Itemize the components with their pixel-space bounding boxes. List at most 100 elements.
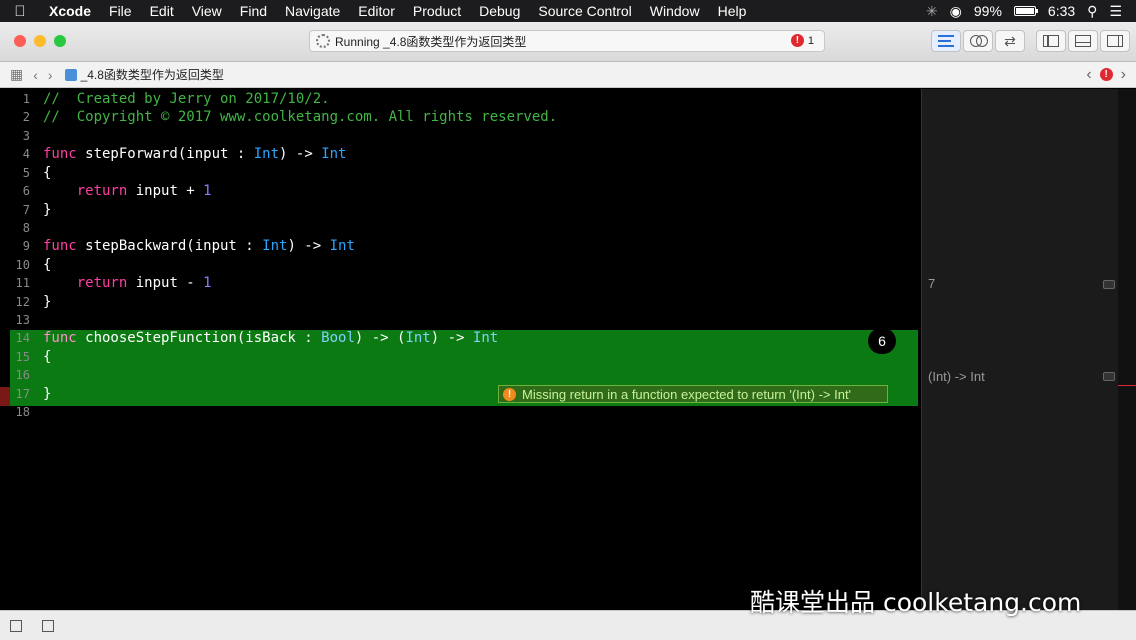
line-number: 15: [15, 350, 30, 364]
navigator-toggle-button[interactable]: [1036, 30, 1066, 52]
activity-text: Running _4.8函数类型作为返回类型: [335, 34, 527, 49]
line-number: 5: [22, 166, 30, 180]
line-number: 16: [15, 368, 30, 382]
jump-bar: ▦ ‹ › _4.8函数类型作为返回类型 ‹ ! ›: [0, 62, 1136, 88]
next-issue-icon[interactable]: ›: [1121, 66, 1126, 84]
line-number: 1: [22, 92, 30, 106]
menu-xcode[interactable]: Xcode: [40, 3, 100, 19]
menu-view[interactable]: View: [183, 3, 231, 19]
activity-viewer: Running _4.8函数类型作为返回类型 ! 1: [309, 30, 825, 52]
minimize-button[interactable]: [34, 35, 46, 47]
code-line-15[interactable]: {: [43, 349, 51, 365]
error-message-text: Missing return in a function expected to…: [522, 386, 852, 402]
code-line-11[interactable]: return input - 1: [43, 275, 212, 291]
menu-editor[interactable]: Editor: [349, 3, 404, 19]
menu-window[interactable]: Window: [641, 3, 709, 19]
line-number: 17: [15, 387, 30, 401]
menu-source-control[interactable]: Source Control: [529, 3, 640, 19]
menu-help[interactable]: Help: [709, 3, 756, 19]
error-count: 1: [807, 34, 814, 47]
line-number: 14: [15, 331, 30, 345]
debug-area-toggle-button[interactable]: [1068, 30, 1098, 52]
code-line-14[interactable]: func chooseStepFunction(isBack : Bool) -…: [43, 330, 498, 346]
assistant-editor-button[interactable]: [963, 30, 993, 52]
code-line-10[interactable]: {: [43, 257, 51, 273]
line-number: 10: [15, 258, 30, 272]
line-number: 3: [22, 129, 30, 143]
result-line-16[interactable]: (Int) -> Int: [928, 369, 985, 384]
utilities-panel-icon: [1107, 35, 1123, 47]
window-toolbar: Running _4.8函数类型作为返回类型 ! 1 ⇄: [0, 22, 1136, 62]
code-line-2[interactable]: // Copyright © 2017 www.coolketang.com. …: [43, 109, 557, 125]
menu-product[interactable]: Product: [404, 3, 470, 19]
watermark: 酷课堂出品 coolketang.com: [750, 588, 1082, 617]
apple-menu-icon[interactable]: : [0, 3, 40, 20]
assistant-editor-icon: [970, 35, 988, 47]
menu-edit[interactable]: Edit: [141, 3, 183, 19]
jump-bar-file[interactable]: _4.8函数类型作为返回类型: [64, 66, 224, 83]
line-number: 12: [15, 295, 30, 309]
line-number: 6: [22, 184, 30, 198]
playground-results-sidebar: 7 (Int) -> Int: [921, 89, 1118, 610]
code-line-12[interactable]: }: [43, 294, 51, 310]
standard-editor-button[interactable]: [931, 30, 961, 52]
line-number: 4: [22, 147, 30, 161]
battery-icon[interactable]: [1013, 6, 1038, 16]
line-number: 9: [22, 239, 30, 253]
error-message-bubble[interactable]: ! Missing return in a function expected …: [498, 385, 888, 403]
forward-arrow-icon[interactable]: ›: [48, 67, 53, 83]
menu-bar:  Xcode File Edit View Find Navigate Edi…: [0, 0, 1136, 22]
issue-error-icon[interactable]: !: [1099, 68, 1113, 81]
error-indicator[interactable]: ! 1: [790, 34, 814, 47]
close-button[interactable]: [14, 35, 26, 47]
code-line-4[interactable]: func stepForward(input : Int) -> Int: [43, 146, 346, 162]
version-editor-icon: ⇄: [1004, 32, 1016, 49]
menu-find[interactable]: Find: [231, 3, 276, 19]
line-number: 13: [15, 313, 30, 327]
menu-navigate[interactable]: Navigate: [276, 3, 349, 19]
wifi-icon[interactable]: ◉: [950, 3, 962, 20]
status-area: ✳ ◉ 99% 6:33 ⚲ ☰: [926, 3, 1136, 20]
quick-look-icon[interactable]: [1103, 372, 1115, 381]
code-line-7[interactable]: }: [43, 202, 51, 218]
quick-look-icon[interactable]: [1103, 280, 1115, 289]
menu-file[interactable]: File: [100, 3, 141, 19]
line-number: 18: [15, 405, 30, 419]
error-icon: !: [790, 34, 804, 47]
back-arrow-icon[interactable]: ‹: [33, 67, 38, 83]
line-number: 8: [22, 221, 30, 235]
battery-percent: 99%: [973, 3, 1002, 19]
previous-issue-icon[interactable]: ‹: [1086, 66, 1091, 84]
warning-icon: !: [503, 387, 516, 401]
error-scroll-marker: [1118, 385, 1136, 386]
swift-file-icon: [64, 68, 77, 81]
search-icon[interactable]: ⚲: [1087, 3, 1097, 20]
stop-icon[interactable]: [42, 620, 54, 632]
results-scrollbar[interactable]: [1118, 89, 1136, 610]
line-number: 2: [22, 110, 30, 124]
list-icon[interactable]: ☰: [1109, 3, 1122, 20]
code-line-1[interactable]: // Created by Jerry on 2017/10/2.: [43, 91, 330, 107]
bluetooth-icon[interactable]: ✳: [926, 3, 938, 20]
clock[interactable]: 6:33: [1048, 3, 1075, 19]
utilities-toggle-button[interactable]: [1100, 30, 1130, 52]
related-items-icon[interactable]: ▦: [10, 66, 23, 83]
code-line-6[interactable]: return input + 1: [43, 183, 212, 199]
code-line-9[interactable]: func stepBackward(input : Int) -> Int: [43, 238, 355, 254]
menu-debug[interactable]: Debug: [470, 3, 529, 19]
version-editor-button[interactable]: ⇄: [995, 30, 1025, 52]
spinner-icon: [316, 34, 330, 48]
code-line-5[interactable]: {: [43, 165, 51, 181]
line-number: 7: [22, 203, 30, 217]
jump-bar-file-name: _4.8函数类型作为返回类型: [80, 68, 224, 82]
source-editor[interactable]: 1 2 3 4 5 6 7 8 9 10 11 12 13 14 15 16 17 18 // Created b…: [0, 89, 920, 610]
zoom-button[interactable]: [54, 35, 66, 47]
result-line-11[interactable]: 7: [928, 276, 935, 291]
line-number: 11: [15, 276, 30, 290]
navigator-panel-icon: [1043, 35, 1059, 47]
hide-debug-area-icon[interactable]: [10, 620, 22, 632]
code-line-17[interactable]: }: [43, 386, 51, 402]
standard-editor-icon: [938, 35, 954, 47]
debug-panel-icon: [1075, 35, 1091, 47]
step-count-badge: 6: [868, 328, 896, 354]
